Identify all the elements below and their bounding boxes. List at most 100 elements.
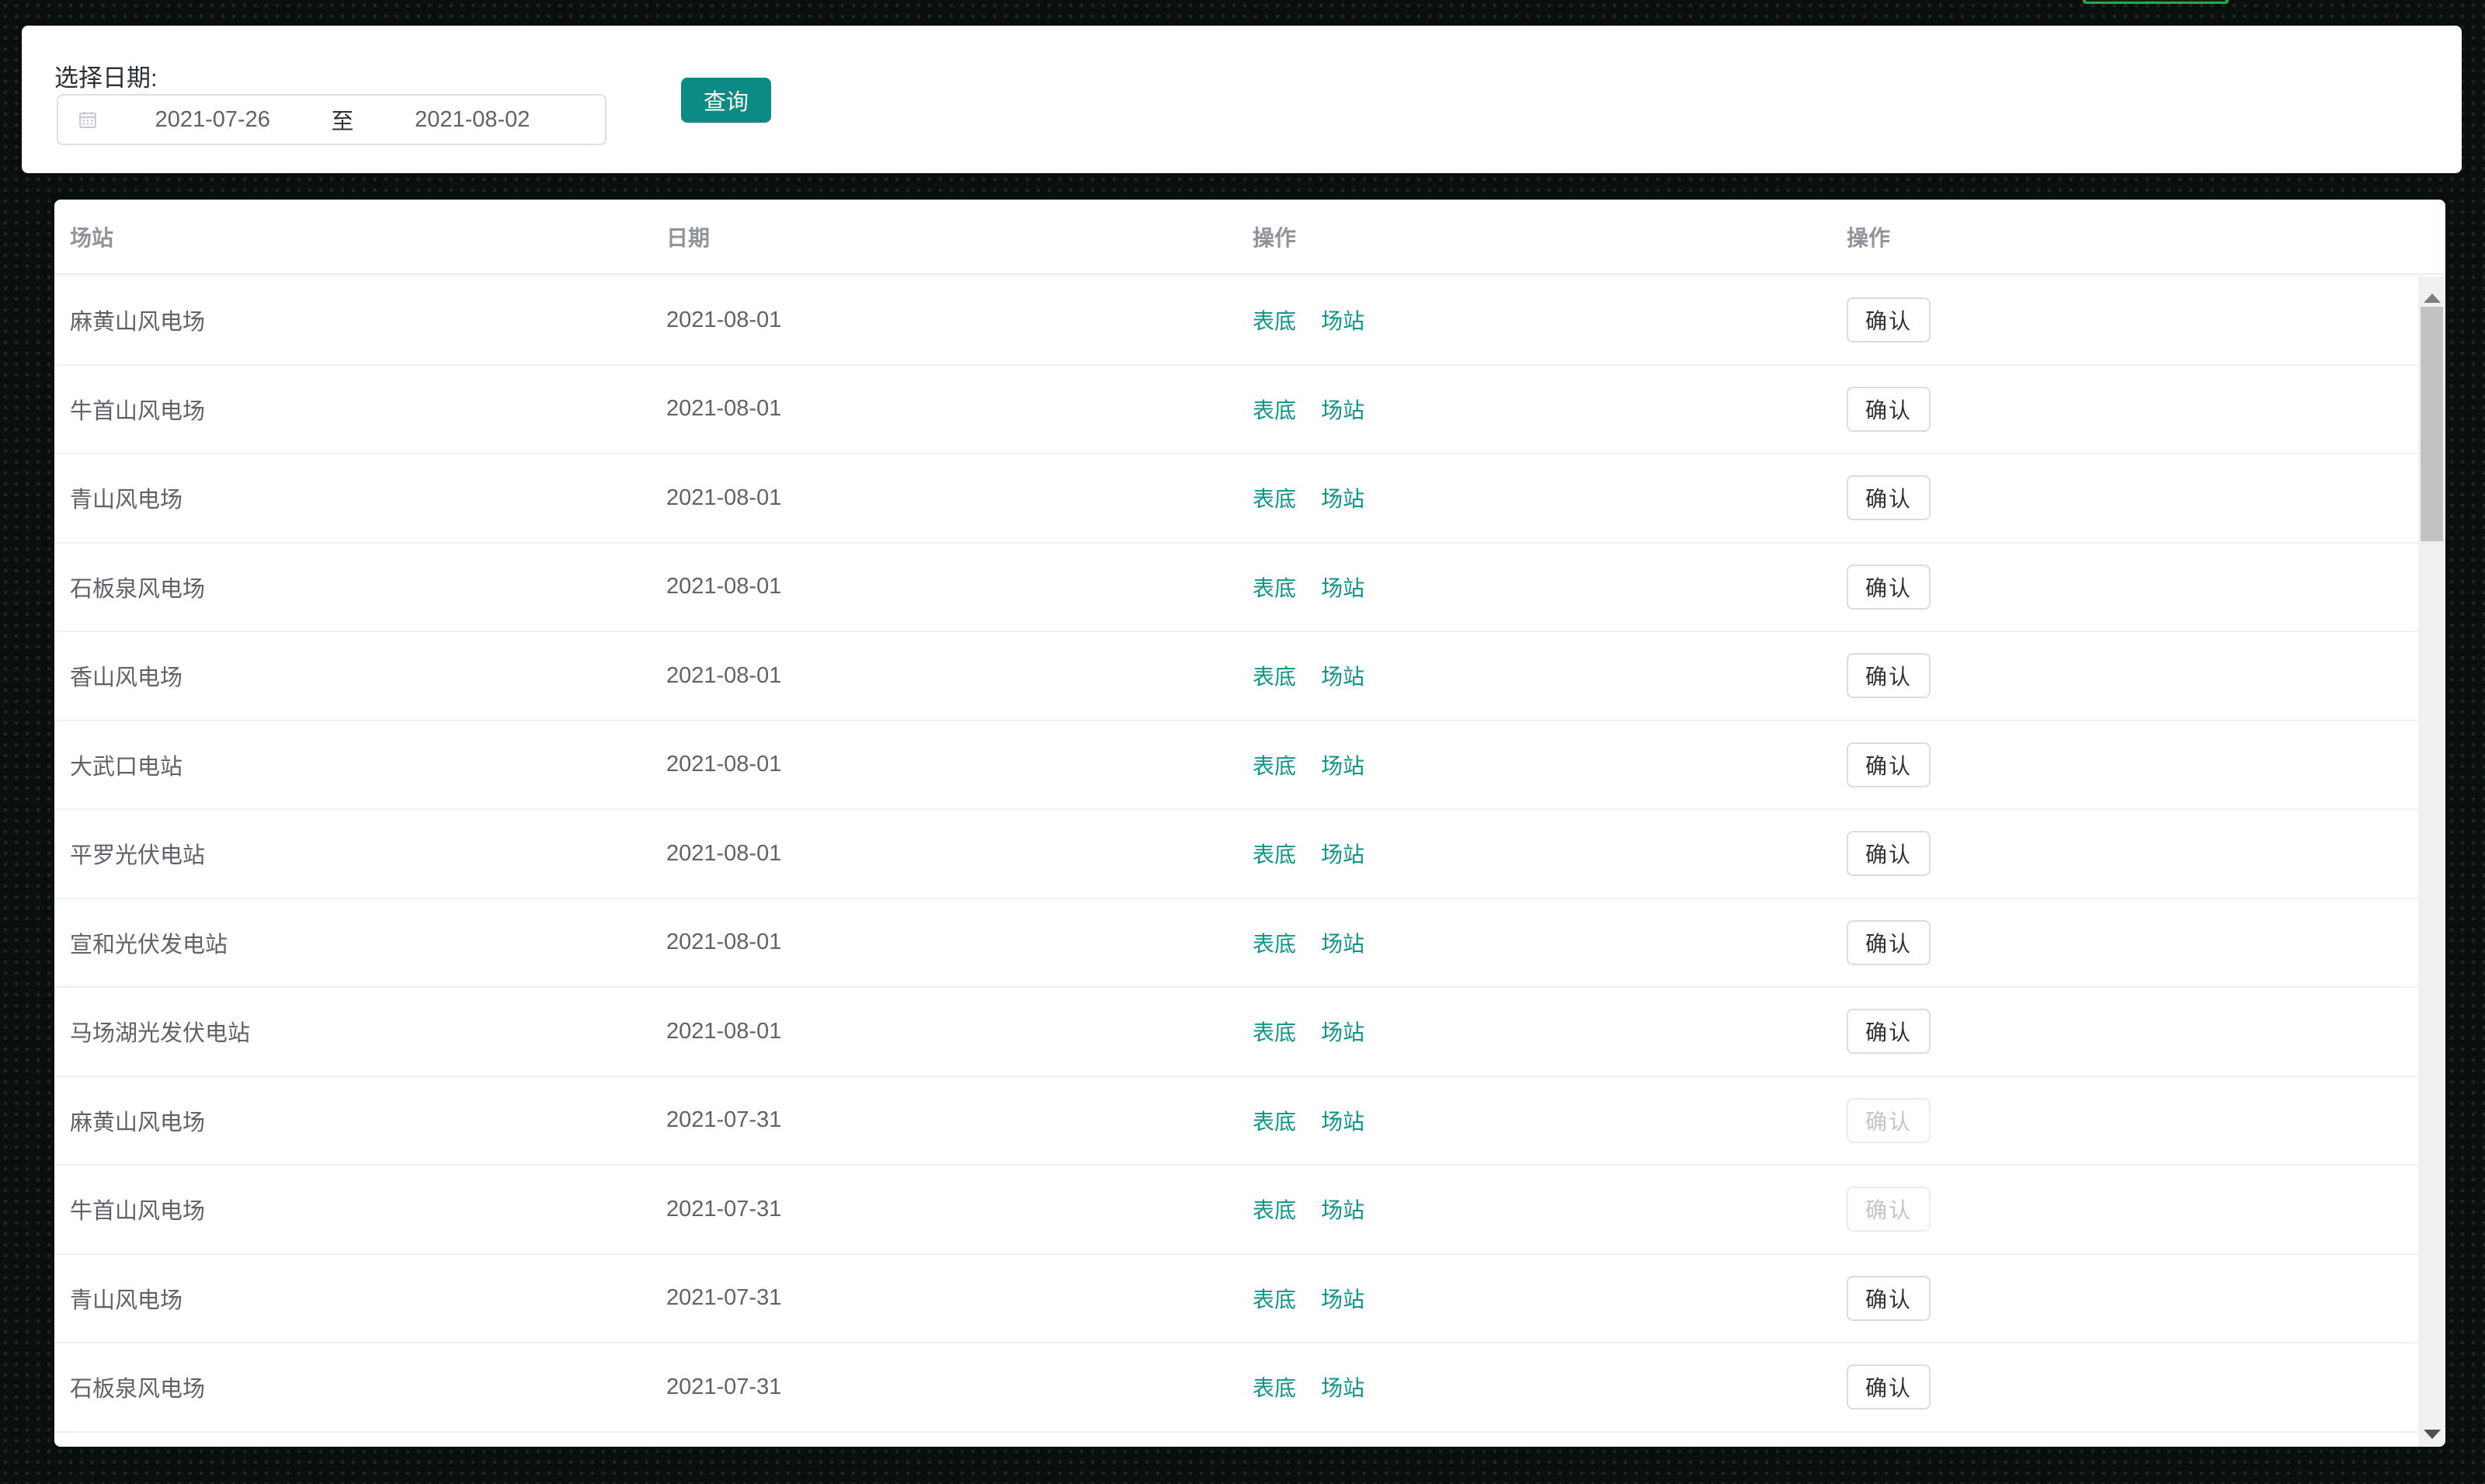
sheet-bottom-link[interactable]: 表底 bbox=[1253, 1110, 1296, 1134]
cell-operation-links: 表底 场站 bbox=[1237, 1194, 1831, 1225]
table-row: 大武口电站 2021-08-01 表底 场站 确认 bbox=[54, 721, 2418, 810]
cell-station-name: 香山风电场 bbox=[70, 666, 183, 691]
station-link[interactable]: 场站 bbox=[1321, 487, 1364, 511]
cell-station-name: 宣和光伏发电站 bbox=[70, 932, 228, 957]
header-operations-links: 操作 bbox=[1253, 225, 1297, 250]
sheet-bottom-link[interactable]: 表底 bbox=[1253, 1020, 1296, 1044]
cell-station-name: 牛首山风电场 bbox=[70, 398, 206, 424]
station-link[interactable]: 场站 bbox=[1321, 1288, 1364, 1312]
table-row: 牛首山风电场 2021-07-31 表底 场站 确认 bbox=[54, 1166, 2418, 1255]
cell-confirm: 确认 bbox=[1831, 1097, 2418, 1143]
cell-date: 2021-08-01 bbox=[666, 1018, 782, 1044]
query-button[interactable]: 查询 bbox=[681, 78, 771, 123]
station-link[interactable]: 场站 bbox=[1321, 754, 1364, 778]
cell-operation-links: 表底 场站 bbox=[1237, 1283, 1831, 1314]
confirm-button[interactable]: 确认 bbox=[1847, 1187, 1931, 1232]
sheet-bottom-link[interactable]: 表底 bbox=[1253, 1198, 1296, 1222]
cell-operation-links: 表底 场站 bbox=[1237, 482, 1831, 513]
cell-date: 2021-08-01 bbox=[666, 662, 782, 688]
calendar-icon bbox=[77, 109, 99, 130]
confirm-button[interactable]: 确认 bbox=[1847, 1009, 1931, 1055]
cell-station-name: 大武口电站 bbox=[70, 754, 183, 780]
sheet-bottom-link[interactable]: 表底 bbox=[1253, 932, 1296, 956]
cell-operation-links: 表底 场站 bbox=[1237, 749, 1831, 780]
confirm-button[interactable]: 确认 bbox=[1847, 564, 1931, 610]
sheet-bottom-link[interactable]: 表底 bbox=[1253, 576, 1296, 600]
confirm-button[interactable]: 确认 bbox=[1847, 831, 1931, 877]
scrollbar-thumb[interactable] bbox=[2421, 307, 2443, 541]
sheet-bottom-link[interactable]: 表底 bbox=[1253, 1288, 1296, 1312]
cell-date: 2021-08-01 bbox=[666, 574, 782, 600]
table-row: 青山风电场 2021-08-01 表底 场站 确认 bbox=[54, 454, 2418, 544]
sheet-bottom-link[interactable]: 表底 bbox=[1253, 1376, 1296, 1400]
sheet-bottom-link[interactable]: 表底 bbox=[1253, 487, 1296, 511]
table-body: 麻黄山风电场 2021-08-01 表底 场站 确认 牛首山风电场 2021-0… bbox=[54, 276, 2418, 1447]
table-row: 石板泉风电场 2021-08-01 表底 场站 确认 bbox=[54, 544, 2418, 632]
table-row: 麻黄山风电场 2021-08-01 表底 场站 确认 bbox=[54, 276, 2418, 366]
table-header-row: 场站 日期 操作 操作 bbox=[54, 200, 2445, 275]
table-row: 石板泉风电场 2021-07-31 表底 场站 确认 bbox=[54, 1343, 2418, 1433]
cell-date: 2021-08-01 bbox=[666, 396, 782, 422]
sheet-bottom-link[interactable]: 表底 bbox=[1253, 309, 1296, 333]
station-link[interactable]: 场站 bbox=[1321, 843, 1364, 867]
cell-confirm: 确认 bbox=[1831, 475, 2418, 521]
sheet-bottom-link[interactable]: 表底 bbox=[1253, 398, 1296, 422]
cell-date: 2021-08-01 bbox=[666, 752, 782, 777]
cell-operation-links: 表底 场站 bbox=[1237, 660, 1831, 691]
station-link[interactable]: 场站 bbox=[1321, 1020, 1364, 1044]
station-link[interactable]: 场站 bbox=[1321, 309, 1364, 333]
table-row: 青山风电场 2021-07-31 表底 场站 确认 bbox=[54, 1255, 2418, 1343]
cell-operation-links: 表底 场站 bbox=[1237, 838, 1831, 869]
cell-date: 2021-08-01 bbox=[666, 485, 782, 510]
cell-confirm: 确认 bbox=[1831, 653, 2418, 699]
confirm-button[interactable]: 确认 bbox=[1847, 742, 1931, 787]
station-link[interactable]: 场站 bbox=[1321, 1110, 1364, 1134]
scroll-up-icon[interactable] bbox=[2423, 294, 2441, 303]
cell-operation-links: 表底 场站 bbox=[1237, 1016, 1831, 1047]
cell-operation-links: 表底 场站 bbox=[1237, 927, 1831, 958]
sheet-bottom-link[interactable]: 表底 bbox=[1253, 843, 1296, 867]
table-row: 香山风电场 2021-08-01 表底 场站 确认 bbox=[54, 632, 2418, 721]
cell-date: 2021-07-31 bbox=[666, 1285, 782, 1311]
station-link[interactable]: 场站 bbox=[1321, 1198, 1364, 1222]
cell-confirm: 确认 bbox=[1831, 831, 2418, 877]
cell-operation-links: 表底 场站 bbox=[1237, 1105, 1831, 1136]
confirm-button[interactable]: 确认 bbox=[1847, 1275, 1931, 1321]
station-link[interactable]: 场站 bbox=[1321, 576, 1364, 600]
table-row: 马场湖光发伏电站 2021-08-01 表底 场站 确认 bbox=[54, 988, 2418, 1077]
station-link[interactable]: 场站 bbox=[1321, 665, 1364, 689]
date-range-input[interactable]: 2021-07-26 至 2021-08-02 bbox=[57, 94, 606, 145]
station-link[interactable]: 场站 bbox=[1321, 932, 1364, 956]
stations-table: 场站 日期 操作 操作 麻黄山风电场 2021-08-01 表底 场站 确认 牛… bbox=[54, 200, 2445, 1447]
station-link[interactable]: 场站 bbox=[1321, 1376, 1364, 1400]
end-date-value[interactable]: 2021-08-02 bbox=[359, 107, 587, 133]
sheet-bottom-link[interactable]: 表底 bbox=[1253, 665, 1296, 689]
confirm-button[interactable]: 确认 bbox=[1847, 297, 1931, 343]
cell-confirm: 确认 bbox=[1831, 564, 2418, 610]
table-scrollbar[interactable] bbox=[2418, 276, 2445, 1447]
cell-date: 2021-07-31 bbox=[666, 1374, 782, 1399]
cell-operation-links: 表底 场站 bbox=[1237, 304, 1831, 335]
cell-date: 2021-07-31 bbox=[666, 1196, 782, 1222]
cell-confirm: 确认 bbox=[1831, 919, 2418, 965]
cell-confirm: 确认 bbox=[1831, 386, 2418, 432]
confirm-button[interactable]: 确认 bbox=[1847, 475, 1931, 521]
cell-confirm: 确认 bbox=[1831, 1009, 2418, 1055]
start-date-value[interactable]: 2021-07-26 bbox=[99, 107, 327, 133]
date-picker-label: 选择日期: bbox=[54, 64, 158, 92]
confirm-button[interactable]: 确认 bbox=[1847, 653, 1931, 699]
station-link[interactable]: 场站 bbox=[1321, 398, 1364, 422]
table-row: 牛首山风电场 2021-08-01 表底 场站 确认 bbox=[54, 366, 2418, 454]
sheet-bottom-link[interactable]: 表底 bbox=[1253, 754, 1296, 778]
scroll-down-icon[interactable] bbox=[2423, 1430, 2441, 1439]
cell-operation-links: 表底 场站 bbox=[1237, 1371, 1831, 1402]
confirm-button[interactable]: 确认 bbox=[1847, 1364, 1931, 1410]
confirm-button[interactable]: 确认 bbox=[1847, 919, 1931, 965]
cell-station-name: 马场湖光发伏电站 bbox=[70, 1021, 251, 1047]
date-range-separator: 至 bbox=[331, 109, 354, 134]
table-row: 宣和光伏发电站 2021-08-01 表底 场站 确认 bbox=[54, 899, 2418, 988]
cell-confirm: 确认 bbox=[1831, 1187, 2418, 1232]
confirm-button[interactable]: 确认 bbox=[1847, 386, 1931, 432]
table-row: 平罗光伏电站 2021-08-01 表底 场站 确认 bbox=[54, 810, 2418, 899]
confirm-button[interactable]: 确认 bbox=[1847, 1097, 1931, 1143]
